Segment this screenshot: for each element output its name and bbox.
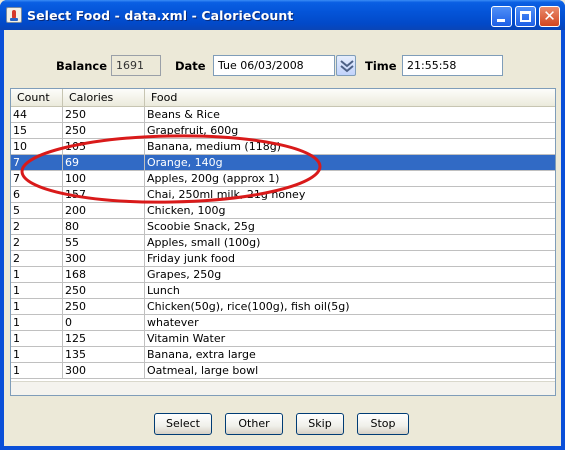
close-icon: ✕ bbox=[543, 7, 556, 25]
table-row[interactable]: 44 250 Beans & Rice bbox=[11, 107, 555, 123]
food-cell: Grapes, 250g bbox=[147, 268, 222, 281]
count-cell: 10 bbox=[11, 139, 63, 155]
food-cell: Orange, 140g bbox=[147, 156, 223, 169]
column-header-calories[interactable]: Calories bbox=[63, 89, 145, 107]
table-row[interactable]: 1 0 whatever bbox=[11, 315, 555, 331]
count-cell: 1 bbox=[11, 347, 63, 363]
calories-cell: 55 bbox=[63, 235, 145, 251]
column-header-food[interactable]: Food bbox=[145, 89, 555, 107]
food-table: Count Calories Food 44 250 Beans & Rice 15 2… bbox=[10, 88, 556, 396]
calories-cell: 157 bbox=[63, 187, 145, 203]
count-cell: 2 bbox=[11, 235, 63, 251]
count-cell: 1 bbox=[11, 315, 63, 331]
count-cell: 1 bbox=[11, 299, 63, 315]
table-row[interactable]: 2 300 Friday junk food bbox=[11, 251, 555, 267]
date-field[interactable]: Tue 06/03/2008 bbox=[213, 55, 335, 76]
calories-cell: 0 bbox=[63, 315, 145, 331]
dialog-body: Balance 1691 Date Tue 06/03/2008 Time 21… bbox=[4, 30, 561, 446]
food-cell: Banana, medium (118g) bbox=[147, 140, 281, 153]
column-header-count[interactable]: Count bbox=[11, 89, 63, 107]
chevron-down-icon bbox=[340, 60, 354, 73]
calories-cell: 105 bbox=[63, 139, 145, 155]
table-row[interactable]: 15 250 Grapefruit, 600g bbox=[11, 123, 555, 139]
count-cell: 1 bbox=[11, 283, 63, 299]
calories-cell: 100 bbox=[63, 171, 145, 187]
table-header: Count Calories Food bbox=[11, 89, 555, 107]
table-row[interactable]: 6 157 Chai, 250ml milk, 21g honey bbox=[11, 187, 555, 203]
table-row[interactable]: 1 168 Grapes, 250g bbox=[11, 267, 555, 283]
count-cell: 7 bbox=[11, 155, 63, 171]
calories-cell: 200 bbox=[63, 203, 145, 219]
skip-button[interactable]: Skip bbox=[296, 413, 344, 435]
calories-cell: 300 bbox=[63, 363, 145, 379]
food-cell: Apples, 200g (approx 1) bbox=[147, 172, 280, 185]
table-row[interactable]: 1 250 Lunch bbox=[11, 283, 555, 299]
table-row[interactable]: 1 135 Banana, extra large bbox=[11, 347, 555, 363]
food-cell: Beans & Rice bbox=[147, 108, 220, 121]
title-bar[interactable]: Select Food - data.xml - CalorieCount ✕ bbox=[0, 0, 565, 30]
table-row[interactable]: 7 100 Apples, 200g (approx 1) bbox=[11, 171, 555, 187]
table-row[interactable]: 1 300 Oatmeal, large bowl bbox=[11, 363, 555, 379]
minimize-icon bbox=[497, 19, 505, 22]
count-cell: 2 bbox=[11, 219, 63, 235]
minimize-button[interactable] bbox=[491, 6, 512, 27]
calories-cell: 69 bbox=[63, 155, 145, 171]
food-cell: Friday junk food bbox=[147, 252, 236, 265]
calories-cell: 250 bbox=[63, 123, 145, 139]
count-cell: 2 bbox=[11, 251, 63, 267]
close-button[interactable]: ✕ bbox=[539, 6, 560, 27]
table-row[interactable]: 1 250 Chicken(50g), rice(100g), fish oil(5… bbox=[11, 299, 555, 315]
calories-cell: 125 bbox=[63, 331, 145, 347]
table-row[interactable]: 2 55 Apples, small (100g) bbox=[11, 235, 555, 251]
count-cell: 1 bbox=[11, 363, 63, 379]
calories-cell: 250 bbox=[63, 299, 145, 315]
table-row[interactable]: 1 125 Vitamin Water bbox=[11, 331, 555, 347]
food-cell: Chai, 250ml milk, 21g honey bbox=[147, 188, 306, 201]
calories-cell: 250 bbox=[63, 283, 145, 299]
calories-cell: 300 bbox=[63, 251, 145, 267]
food-cell: Grapefruit, 600g bbox=[147, 124, 239, 137]
food-cell: Scoobie Snack, 25g bbox=[147, 220, 255, 233]
time-label: Time bbox=[365, 59, 397, 73]
time-field[interactable]: 21:55:58 bbox=[402, 55, 503, 76]
balance-field: 1691 bbox=[111, 55, 161, 76]
calories-cell: 250 bbox=[63, 107, 145, 123]
maximize-icon bbox=[520, 11, 531, 22]
table-row[interactable]: 7 69 Orange, 140g bbox=[11, 155, 555, 171]
stop-button[interactable]: Stop bbox=[357, 413, 409, 435]
window-title: Select Food - data.xml - CalorieCount bbox=[27, 8, 294, 23]
count-cell: 7 bbox=[11, 171, 63, 187]
food-cell: Apples, small (100g) bbox=[147, 236, 261, 249]
table-row[interactable]: 5 200 Chicken, 100g bbox=[11, 203, 555, 219]
calories-cell: 80 bbox=[63, 219, 145, 235]
balance-label: Balance bbox=[56, 59, 108, 73]
count-cell: 44 bbox=[11, 107, 63, 123]
app-window: Select Food - data.xml - CalorieCount ✕ … bbox=[0, 0, 565, 450]
table-row[interactable]: 10 105 Banana, medium (118g) bbox=[11, 139, 555, 155]
food-cell: whatever bbox=[147, 316, 199, 329]
food-cell: Lunch bbox=[147, 284, 180, 297]
table-row[interactable]: 2 80 Scoobie Snack, 25g bbox=[11, 219, 555, 235]
java-app-icon bbox=[6, 7, 22, 23]
maximize-button[interactable] bbox=[515, 6, 536, 27]
count-cell: 1 bbox=[11, 331, 63, 347]
food-cell: Chicken, 100g bbox=[147, 204, 226, 217]
date-label: Date bbox=[175, 59, 206, 73]
count-cell: 15 bbox=[11, 123, 63, 139]
table-body: 44 250 Beans & Rice 15 250 Grapefruit, 600g 10… bbox=[11, 107, 555, 379]
food-cell: Chicken(50g), rice(100g), fish oil(5g) bbox=[147, 300, 350, 313]
calories-cell: 168 bbox=[63, 267, 145, 283]
select-button[interactable]: Select bbox=[154, 413, 212, 435]
other-button[interactable]: Other bbox=[225, 413, 283, 435]
calories-cell: 135 bbox=[63, 347, 145, 363]
count-cell: 5 bbox=[11, 203, 63, 219]
count-cell: 6 bbox=[11, 187, 63, 203]
horizontal-scrollbar[interactable] bbox=[11, 381, 555, 395]
date-picker-button[interactable] bbox=[336, 55, 356, 76]
food-cell: Banana, extra large bbox=[147, 348, 256, 361]
count-cell: 1 bbox=[11, 267, 63, 283]
food-cell: Vitamin Water bbox=[147, 332, 226, 345]
food-cell: Oatmeal, large bowl bbox=[147, 364, 259, 377]
